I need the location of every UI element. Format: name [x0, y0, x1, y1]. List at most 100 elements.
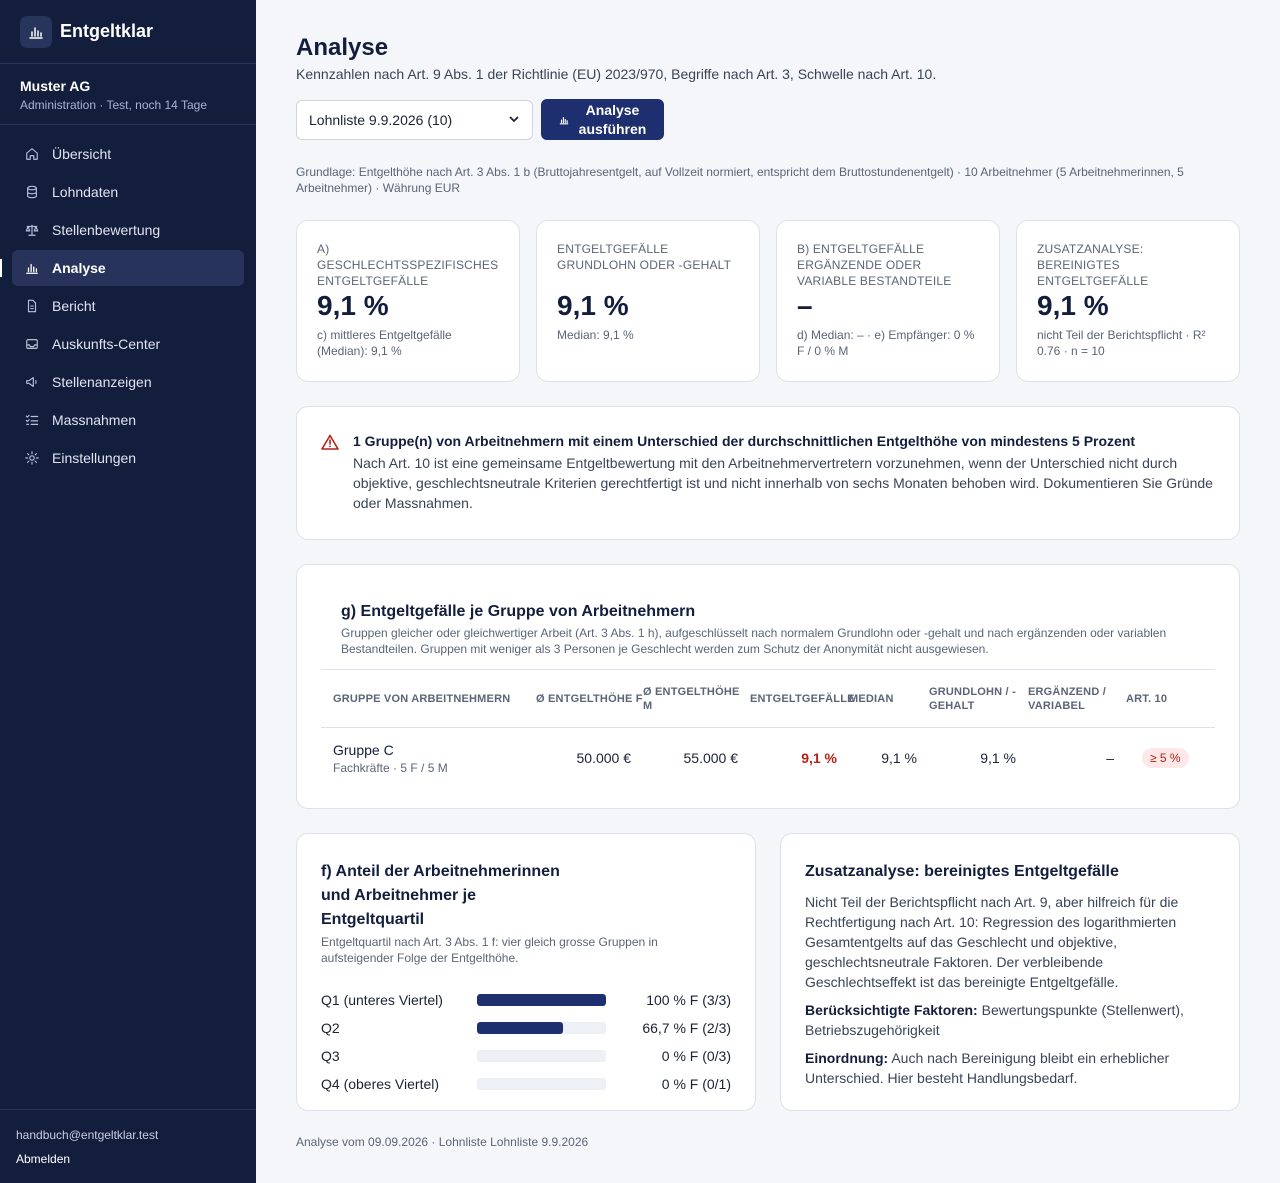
- section-subtitle: Gruppen gleicher oder gleichwertiger Arb…: [341, 626, 1167, 656]
- column-header: Art. 10: [1126, 692, 1168, 705]
- classification-label: Einordnung:: [805, 1050, 889, 1066]
- quartile-value: 0 % F (0/3): [661, 1048, 732, 1064]
- art10-cell: ≥ 5 %: [1126, 748, 1204, 768]
- nav-label: Bericht: [52, 298, 96, 314]
- nav-label: Stellenanzeigen: [52, 374, 152, 390]
- quartile-bar-fill: [476, 1022, 564, 1034]
- art10-warning-alert: 1 Gruppe(n) von Arbeitnehmern mit einem …: [296, 406, 1240, 540]
- database-icon: [24, 184, 40, 200]
- kpi-card-base-pay-gap: Entgeltgefälle Grundlohn oder -gehalt 9,…: [536, 220, 760, 382]
- nav-label: Übersicht: [52, 146, 112, 162]
- adjusted-description: Nicht Teil der Berichtspflicht nach Art.…: [805, 894, 1179, 990]
- kpi-label: a) geschlechtsspezifisches Entgeltgefäll…: [317, 242, 499, 288]
- quartile-row: Q4 (oberes Viertel) 0 % F (0/1): [321, 1070, 731, 1098]
- kpi-value: 9,1 %: [557, 290, 629, 321]
- alert-text: Nach Art. 10 ist eine gemeinsame Entgelt…: [353, 455, 1213, 511]
- warning-icon: [321, 434, 339, 455]
- adjusted-gap-section: Zusatzanalyse: bereinigtes Entgeltgefäll…: [780, 833, 1240, 1111]
- main-nav: Übersicht Lohndaten Stellenbewertung Ana…: [0, 125, 256, 476]
- nav-label: Lohndaten: [52, 184, 119, 200]
- median-gap-value: 9,1 %: [881, 750, 917, 766]
- adjusted-classification: Einordnung: Auch nach Bereinigung bleibt…: [805, 1048, 1215, 1088]
- kpi-label: b) Entgeltgefälle ergänzende oder variab…: [797, 242, 952, 288]
- analysis-controls: Lohnliste 9.9.2026 (10) Analyse ausführen: [296, 99, 664, 140]
- kpi-note: c) mittleres Entgeltgefälle (Median): 9,…: [317, 328, 452, 358]
- kpi-value: –: [797, 290, 813, 321]
- analysis-footer-note: Analyse vom 09.09.2026 · Lohnliste Lohnl…: [296, 1135, 589, 1149]
- run-analysis-label: Analyse ausführen: [579, 101, 647, 139]
- group-pay-gap-section: g) Entgeltgefälle je Gruppe von Arbeitne…: [296, 564, 1240, 809]
- checklist-icon: [24, 412, 40, 428]
- nav-item-stellenanzeigen[interactable]: Stellenanzeigen: [12, 364, 244, 400]
- nav-item-stellenbewertung[interactable]: Stellenbewertung: [12, 212, 244, 248]
- nav-label: Einstellungen: [52, 450, 137, 466]
- kpi-note: Median: 9,1 %: [557, 328, 634, 342]
- nav-label: Stellenbewertung: [52, 222, 161, 238]
- sidebar-footer: handbuch@entgeltklar.test Abmelden: [0, 1109, 256, 1183]
- group-meta: Fachkräfte · 5 F / 5 M: [333, 760, 448, 775]
- kpi-card-variable-pay-gap: b) Entgeltgefälle ergänzende oder variab…: [776, 220, 1000, 382]
- inbox-icon: [24, 336, 40, 352]
- quartile-bar-track: [476, 1050, 607, 1062]
- nav-item-auskunfts-center[interactable]: Auskunfts-Center: [12, 326, 244, 362]
- adjusted-factors: Berücksichtigte Faktoren: Bewertungspunk…: [805, 1000, 1215, 1040]
- quartile-bar-track: [476, 1078, 607, 1090]
- quartile-value: 66,7 % F (2/3): [642, 1020, 732, 1036]
- factors-label: Berücksichtigte Faktoren:: [805, 1002, 978, 1018]
- nav-item-analyse[interactable]: Analyse: [0, 250, 244, 286]
- variable-pay-gap-value: –: [1106, 750, 1114, 766]
- pay-gap-value: 9,1 %: [801, 750, 837, 766]
- group-cell: Gruppe C Fachkräfte · 5 F / 5 M: [321, 742, 536, 775]
- settings-icon: [24, 450, 40, 466]
- quartile-row: Q1 (unteres Viertel) 100 % F (3/3): [321, 986, 731, 1014]
- quartile-list: Q1 (unteres Viertel) 100 % F (3/3) Q2 66…: [321, 986, 731, 1098]
- column-header: Ø Entgelthöhe F: [536, 692, 643, 705]
- kpi-label: Entgeltgefälle Grundlohn oder -gehalt: [557, 242, 732, 272]
- logo-chart-icon: [20, 15, 52, 48]
- section-title-line1: f) Anteil der Arbeitnehmerinnen: [321, 863, 560, 880]
- nav-label: Auskunfts-Center: [52, 336, 161, 352]
- base-pay-gap-value: 9,1 %: [980, 750, 1016, 766]
- nav-item-bericht[interactable]: Bericht: [12, 288, 244, 324]
- kpi-value: 9,1 %: [317, 290, 389, 321]
- quartile-value: 100 % F (3/3): [646, 992, 732, 1008]
- section-title: Zusatzanalyse: bereinigtes Entgeltgefäll…: [805, 863, 1119, 880]
- avg-pay-male: 55.000 €: [683, 750, 739, 766]
- kpi-note: d) Median: – · e) Empfänger: 0 % F / 0 %…: [797, 328, 975, 358]
- org-name: Muster AG: [20, 78, 91, 94]
- kpi-note: nicht Teil der Berichtspflicht · R² 0.76…: [1037, 328, 1206, 358]
- quartile-label: Q3: [321, 1048, 340, 1064]
- kpi-card-gender-pay-gap: a) geschlechtsspezifisches Entgeltgefäll…: [296, 220, 520, 382]
- art10-badge: ≥ 5 %: [1142, 748, 1189, 768]
- avg-pay-female: 50.000 €: [576, 750, 632, 766]
- group-table: Gruppe von Arbeitnehmern Ø Entgelthöhe F…: [321, 669, 1215, 788]
- table-header: Gruppe von Arbeitnehmern Ø Entgelthöhe F…: [321, 670, 1215, 728]
- megaphone-icon: [24, 374, 40, 390]
- analysis-basis-note: Grundlage: Entgelthöhe nach Art. 3 Abs. …: [296, 165, 1184, 195]
- page-subtitle: Kennzahlen nach Art. 9 Abs. 1 der Richtl…: [296, 66, 937, 82]
- scale-icon: [24, 222, 40, 238]
- logout-link[interactable]: Abmelden: [16, 1152, 70, 1166]
- home-icon: [24, 146, 40, 162]
- bar-chart-icon: [559, 115, 569, 125]
- nav-label: Analyse: [52, 260, 106, 276]
- nav-label: Massnahmen: [52, 412, 137, 428]
- run-analysis-button[interactable]: Analyse ausführen: [541, 99, 664, 140]
- chevron-down-icon: [508, 112, 520, 128]
- table-row: Gruppe C Fachkräfte · 5 F / 5 M 50.000 €…: [321, 728, 1215, 788]
- sidebar: Entgeltklar Muster AG Administration · T…: [0, 0, 256, 1183]
- quartile-label: Q2: [321, 1020, 340, 1036]
- select-value: Lohnliste 9.9.2026 (10): [309, 112, 453, 128]
- quartile-bar-track: [476, 994, 607, 1006]
- payroll-list-select[interactable]: Lohnliste 9.9.2026 (10): [296, 100, 533, 140]
- quartile-row: Q3 0 % F (0/3): [321, 1042, 731, 1070]
- run-analysis-label-line1: Analyse: [585, 101, 640, 118]
- nav-item-massnahmen[interactable]: Massnahmen: [12, 402, 244, 438]
- quartile-bar-track: [476, 1022, 607, 1034]
- nav-item-einstellungen[interactable]: Einstellungen: [12, 440, 244, 476]
- alert-title: 1 Gruppe(n) von Arbeitnehmern mit einem …: [353, 433, 1136, 449]
- nav-item-lohndaten[interactable]: Lohndaten: [12, 174, 244, 210]
- nav-item-uebersicht[interactable]: Übersicht: [12, 136, 244, 172]
- column-header: Median: [849, 692, 894, 705]
- user-email: handbuch@entgeltklar.test: [16, 1128, 159, 1142]
